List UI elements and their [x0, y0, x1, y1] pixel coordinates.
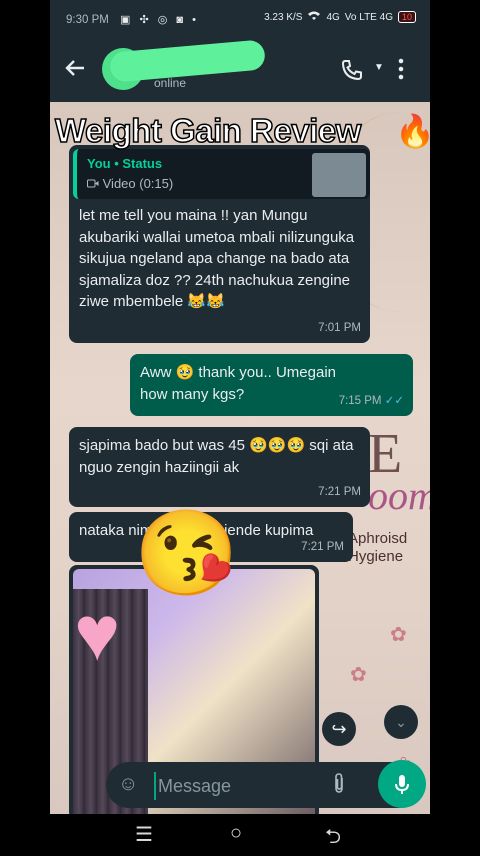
heart-sticker-icon: ♥ — [74, 589, 121, 677]
signal-2: Vo LTE 4G — [344, 11, 393, 23]
message-composer: ☺ — [106, 762, 422, 808]
message-bubble-incoming[interactable]: You • Status Video (0:15) let me tell yo… — [69, 145, 370, 343]
fire-emoji-icon: 🔥 — [395, 113, 435, 149]
status-bar: 9:30 PM ▣ ✣ ◎ ◙ • 3.23 K/S 4G Vo LTE 4G … — [50, 0, 430, 40]
kiss-emoji-sticker: 😘 — [134, 506, 239, 600]
message-text: sjapima bado but was 45 🥹🥹🥹 sqi ata nguo… — [79, 437, 354, 476]
forward-icon[interactable]: ↪ — [322, 712, 356, 746]
message-input[interactable] — [154, 772, 330, 800]
network-speed: 3.23 K/S — [264, 11, 303, 23]
message-text: Aww 🥹 thank you.. Umegain how many kgs? — [140, 364, 336, 403]
attach-icon[interactable] — [332, 772, 346, 800]
message-text: let me tell you maina !! yan Mungu akuba… — [79, 207, 355, 310]
message-time: 7:01 PM — [318, 321, 361, 334]
quote-author: You • Status — [87, 156, 163, 171]
chat-area[interactable]: E oom Aphroisd Hygiene ✿ ✿ ❀ day You • S… — [50, 102, 430, 820]
message-time: 7:21 PM — [318, 485, 361, 498]
more-options-icon[interactable] — [398, 58, 412, 84]
back-nav-icon[interactable]: ⮌ — [325, 822, 341, 856]
wallpaper-word: oom — [368, 473, 430, 518]
sticker-icon[interactable]: ☺ — [118, 773, 138, 796]
system-nav-bar: ☰ ○ ⮌ — [0, 814, 480, 856]
chat-header: online ▼ — [50, 39, 430, 102]
contact-name-redacted[interactable] — [108, 39, 267, 83]
microphone-icon[interactable] — [378, 760, 426, 808]
message-bubble-outgoing[interactable]: Aww 🥹 thank you.. Umegain how many kgs? … — [130, 354, 413, 416]
contact-status: online — [154, 76, 187, 90]
home-icon[interactable]: ○ — [230, 822, 242, 845]
scroll-down-icon[interactable]: ⌄ — [384, 705, 418, 739]
call-options-chevron-icon[interactable]: ▼ — [374, 62, 384, 73]
overlay-title: Weight Gain Review — [54, 111, 362, 150]
read-ticks-icon: ✓✓ — [384, 394, 404, 407]
quote-video-label: Video (0:15) — [87, 173, 173, 195]
video-camera-icon — [87, 176, 103, 191]
battery-icon: 10 — [397, 11, 416, 23]
recent-apps-icon[interactable]: ☰ — [135, 822, 153, 847]
quoted-status-reply[interactable]: You • Status Video (0:15) — [73, 149, 370, 199]
message-time: 7:21 PM — [301, 540, 344, 553]
back-arrow-icon[interactable] — [64, 57, 88, 81]
flower-decoration-icon: ✿ — [350, 664, 367, 686]
notification-icons: ▣ ✣ ◎ ◙ • — [120, 14, 199, 26]
wifi-icon — [307, 10, 321, 24]
message-bubble-incoming[interactable]: sjapima bado but was 45 🥹🥹🥹 sqi ata nguo… — [69, 427, 370, 507]
wallpaper-brand: Aphroisd Hygiene — [348, 530, 408, 565]
signal-1: 4G — [326, 11, 340, 23]
message-time: 7:15 PM ✓✓ — [338, 394, 404, 407]
phone-call-icon[interactable] — [340, 58, 366, 84]
flower-decoration-icon: ✿ — [390, 624, 407, 646]
status-thumbnail — [312, 153, 366, 197]
status-right: 3.23 K/S 4G Vo LTE 4G 10 — [264, 10, 416, 24]
